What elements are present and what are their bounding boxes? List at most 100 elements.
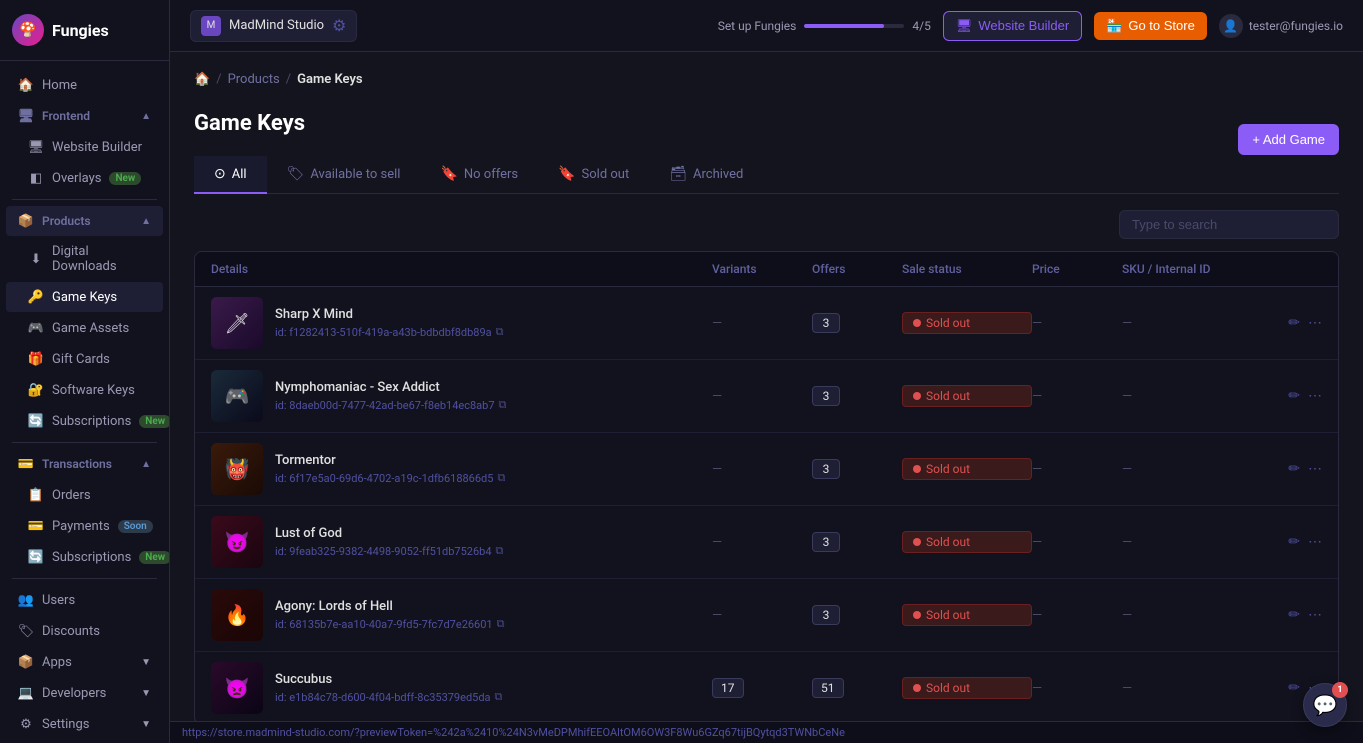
chat-button[interactable]: 💬 1 <box>1303 683 1347 727</box>
sidebar-item-overlays[interactable]: ◧ Overlays New <box>6 163 163 193</box>
discounts-icon: 🏷 <box>18 623 34 639</box>
setup-label: Set up Fungies <box>718 19 797 33</box>
edit-icon[interactable]: ✏ <box>1288 315 1300 331</box>
sidebar-nav: 🏠 Home 🖥 Frontend ▲ 🖥 Website Builder ◧ … <box>0 61 169 743</box>
tab-label: Sold out <box>582 167 630 182</box>
sidebar-item-label: Gift Cards <box>52 352 110 367</box>
sidebar-item-label: Game Keys <box>52 290 117 305</box>
sold-dot <box>913 538 921 546</box>
user-email: tester@fungies.io <box>1249 19 1343 33</box>
sidebar-item-website-builder[interactable]: 🖥 Website Builder <box>6 132 163 162</box>
add-game-button[interactable]: + Add Game <box>1238 124 1339 155</box>
copy-icon[interactable]: ⧉ <box>499 398 507 412</box>
more-options-icon[interactable]: ⋯ <box>1308 388 1322 404</box>
tab-all[interactable]: ⊙ All <box>194 156 267 194</box>
page-title: Game Keys <box>194 111 363 136</box>
price-value: — <box>1032 535 1122 550</box>
sidebar-item-apps[interactable]: 📦 Apps ▼ <box>6 647 163 677</box>
avatar-icon: 👤 <box>1219 14 1243 38</box>
edit-icon[interactable]: ✏ <box>1288 534 1300 550</box>
sidebar-item-digital-downloads[interactable]: ⬇ Digital Downloads <box>6 237 163 281</box>
offers-value: 51 <box>812 678 902 698</box>
sidebar-item-discounts[interactable]: 🏷 Discounts <box>6 616 163 646</box>
products-icon: 📦 <box>18 213 34 229</box>
table-header: Details Variants Offers Sale status Pric… <box>195 252 1338 287</box>
edit-icon[interactable]: ✏ <box>1288 461 1300 477</box>
tab-available[interactable]: 🏷 Available to sell <box>267 156 421 194</box>
website-builder-button[interactable]: 🖥 Website Builder <box>943 11 1082 41</box>
users-icon: 👥 <box>18 592 34 608</box>
store-selector[interactable]: M MadMind Studio ⚙ <box>190 10 357 42</box>
product-info: Nymphomaniac - Sex Addict id: 8daeb00d-7… <box>275 380 506 412</box>
copy-icon[interactable]: ⧉ <box>496 544 504 558</box>
software-keys-icon: 🔐 <box>28 382 44 398</box>
product-id: id: 68135b7e-aa10-40a7-9fd5-7fc7d7e26601… <box>275 617 504 631</box>
sidebar-item-settings[interactable]: ⚙ Settings ▼ <box>6 709 163 739</box>
sidebar-item-game-assets[interactable]: 🎮 Game Assets <box>6 313 163 343</box>
sold-dot <box>913 319 921 327</box>
copy-icon[interactable]: ⧉ <box>495 690 503 704</box>
sidebar-section-frontend[interactable]: 🖥 Frontend ▲ <box>6 101 163 131</box>
copy-icon[interactable]: ⧉ <box>497 617 505 631</box>
sidebar-item-payments[interactable]: 💳 Payments Soon <box>6 511 163 541</box>
price-value: — <box>1032 389 1122 404</box>
user-avatar[interactable]: 👤 tester@fungies.io <box>1219 14 1343 38</box>
search-row <box>194 210 1339 239</box>
sidebar-item-subscriptions-trans[interactable]: 🔄 Subscriptions New <box>6 542 163 572</box>
sku-value: — <box>1122 681 1262 696</box>
more-options-icon[interactable]: ⋯ <box>1308 315 1322 331</box>
offers-value: 3 <box>812 313 902 333</box>
tab-archived[interactable]: 🗃 Archived <box>649 156 763 194</box>
breadcrumb-home[interactable]: 🏠 <box>194 72 210 87</box>
sidebar-item-developers[interactable]: 💻 Developers ▼ <box>6 678 163 708</box>
sidebar-item-users[interactable]: 👥 Users <box>6 585 163 615</box>
payments-icon: 💳 <box>28 518 44 534</box>
page: 🏠 / Products / Game Keys Game Keys + Add… <box>170 52 1363 721</box>
sidebar-item-software-keys[interactable]: 🔐 Software Keys <box>6 375 163 405</box>
product-cell: 🔥 Agony: Lords of Hell id: 68135b7e-aa10… <box>211 589 712 641</box>
variants-value: — <box>712 316 812 331</box>
sidebar-item-gift-cards[interactable]: 🎁 Gift Cards <box>6 344 163 374</box>
sidebar-item-subscriptions-products[interactable]: 🔄 Subscriptions New <box>6 406 163 436</box>
tab-no-offers[interactable]: 🔖 No offers <box>420 156 538 194</box>
sidebar-item-orders[interactable]: 📋 Orders <box>6 480 163 510</box>
breadcrumb-current: Game Keys <box>297 72 363 87</box>
sidebar-section-products[interactable]: 📦 Products ▲ <box>6 206 163 236</box>
product-id: id: 9feab325-9382-4498-9052-ff51db7526b4… <box>275 544 503 558</box>
sidebar-item-home[interactable]: 🏠 Home <box>6 70 163 100</box>
product-info: Lust of God id: 9feab325-9382-4498-9052-… <box>275 526 503 558</box>
setup-bar: Set up Fungies 4/5 <box>718 19 931 33</box>
topbar: M MadMind Studio ⚙ Set up Fungies 4/5 🖥 … <box>170 0 1363 52</box>
tabs: ⊙ All 🏷 Available to sell 🔖 No offers 🔖 … <box>194 156 1339 194</box>
edit-icon[interactable]: ✏ <box>1288 680 1300 696</box>
edit-icon[interactable]: ✏ <box>1288 607 1300 623</box>
soon-badge: Soon <box>118 520 153 533</box>
more-options-icon[interactable]: ⋯ <box>1308 534 1322 550</box>
product-id: id: e1b84c78-d600-4f04-bdff-8c35379ed5da… <box>275 690 502 704</box>
edit-icon[interactable]: ✏ <box>1288 388 1300 404</box>
sidebar-item-label: Software Keys <box>52 383 135 398</box>
sidebar-section-transactions[interactable]: 💳 Transactions ▲ <box>6 449 163 479</box>
sidebar-item-game-keys[interactable]: 🔑 Game Keys <box>6 282 163 312</box>
status-value: Sold out <box>902 531 1032 553</box>
more-options-icon[interactable]: ⋯ <box>1308 607 1322 623</box>
breadcrumb-products[interactable]: Products <box>228 72 280 87</box>
search-input[interactable] <box>1119 210 1339 239</box>
col-status: Sale status <box>902 262 1032 276</box>
sidebar-divider <box>12 442 157 443</box>
product-name: Lust of God <box>275 526 503 541</box>
col-details: Details <box>211 262 712 276</box>
product-info: Sharp X Mind id: f1282413-510f-419a-a43b… <box>275 307 504 339</box>
row-actions: ✏ ⋯ <box>1262 388 1322 404</box>
no-offers-tab-icon: 🔖 <box>440 166 457 182</box>
tab-sold-out[interactable]: 🔖 Sold out <box>538 156 649 194</box>
variants-value: 17 <box>712 678 812 698</box>
copy-icon[interactable]: ⧉ <box>497 471 505 485</box>
sidebar-item-label: Orders <box>52 488 91 503</box>
copy-icon[interactable]: ⧉ <box>496 325 504 339</box>
chevron-down-icon: ▼ <box>141 688 151 699</box>
more-options-icon[interactable]: ⋯ <box>1308 461 1322 477</box>
sidebar-divider <box>12 199 157 200</box>
go-to-store-button[interactable]: 🏪 Go to Store <box>1094 12 1207 40</box>
col-actions <box>1262 262 1322 276</box>
